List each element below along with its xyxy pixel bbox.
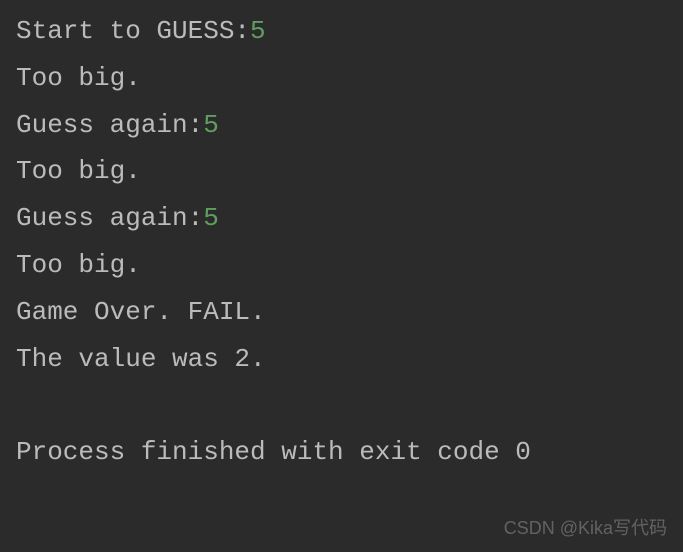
terminal-line: Too big. [16,242,667,289]
output-text: Too big. [16,156,141,186]
terminal-line: Start to GUESS:5 [16,8,667,55]
user-input: 5 [203,110,219,140]
terminal-line: The value was 2. [16,336,667,383]
exit-line: Process finished with exit code 0 [16,429,667,476]
terminal-output: Start to GUESS:5 Too big. Guess again:5 … [16,8,667,476]
user-input: 5 [250,16,266,46]
exit-text: Process finished with exit code 0 [16,437,531,467]
watermark: CSDN @Kika写代码 [504,512,667,544]
terminal-line: Guess again:5 [16,195,667,242]
blank-line [16,382,667,429]
terminal-line: Game Over. FAIL. [16,289,667,336]
output-text: Too big. [16,250,141,280]
prompt-text: Guess again: [16,110,203,140]
prompt-text: Start to GUESS: [16,16,250,46]
terminal-line: Too big. [16,55,667,102]
prompt-text: Guess again: [16,203,203,233]
user-input: 5 [203,203,219,233]
terminal-line: Too big. [16,148,667,195]
terminal-line: Guess again:5 [16,102,667,149]
output-text: Too big. [16,63,141,93]
output-text: Game Over. FAIL. [16,297,266,327]
output-text: The value was 2. [16,344,266,374]
